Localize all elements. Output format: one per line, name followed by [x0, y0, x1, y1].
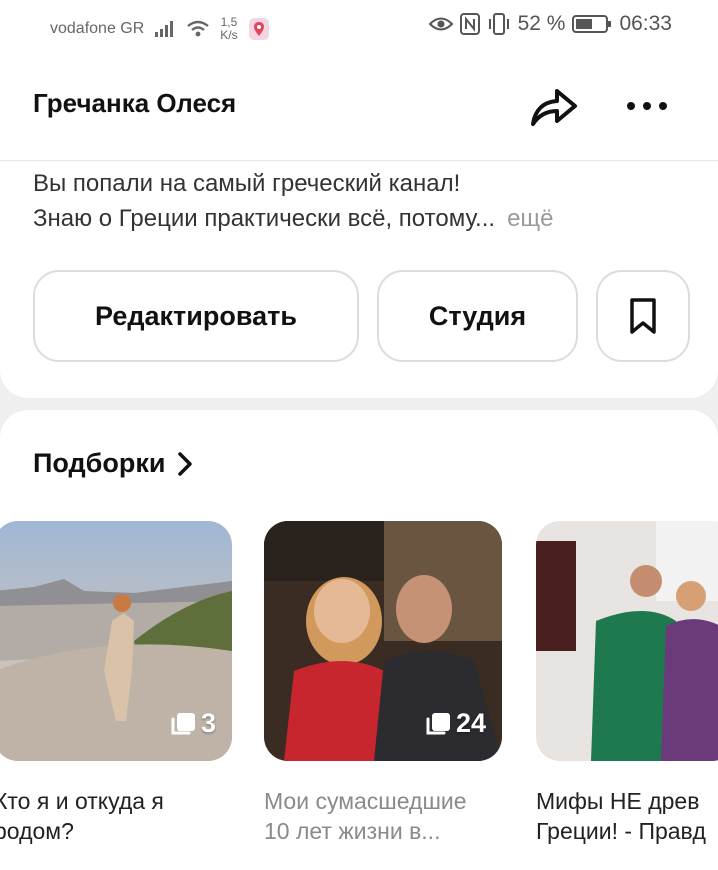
description-line-2: Знаю о Греции практически всё, потому...…: [33, 201, 673, 236]
vibrate-icon: [488, 13, 509, 35]
collections-section: Подборки 3 Кто я и откуда я родом? 24 Мо…: [0, 410, 718, 870]
speed-unit: K/s: [220, 28, 238, 42]
channel-info-card: Гречанка Олеся Вы попали на самый гречес…: [0, 58, 718, 398]
collection-item-thumbnail[interactable]: 3: [0, 521, 232, 761]
bookmark-button[interactable]: [596, 270, 690, 362]
caption-line-1: Мифы НЕ древ: [536, 788, 700, 814]
show-more-link[interactable]: ещё: [507, 205, 553, 232]
caption-line-1: Кто я и откуда я: [0, 788, 164, 814]
description-line-2-text: Знаю о Греции практически всё, потому...: [33, 205, 496, 232]
bookmark-icon: [630, 298, 656, 334]
channel-header: Гречанка Олеся: [0, 58, 718, 161]
wifi-icon: [187, 20, 210, 37]
collection-item-thumbnail[interactable]: [536, 521, 718, 761]
studio-button-label: Студия: [428, 300, 527, 331]
channel-description: Вы попали на самый греческий канал! Знаю…: [33, 166, 673, 236]
collection-count: 3: [200, 708, 216, 738]
collection-photo-event: [536, 521, 718, 761]
caption-line-1: Мои сумасшедшие: [264, 788, 467, 814]
studio-button[interactable]: Студия: [377, 270, 578, 362]
gallery-stack-icon: [171, 712, 195, 734]
battery-icon: [572, 15, 612, 33]
status-bar: vodafone GR 1,5 K/s 52 % 06:33: [0, 0, 718, 58]
caption-line-2: 10 лет жизни в...: [264, 818, 441, 844]
clock: 06:33: [619, 12, 672, 35]
maps-icon: [248, 18, 269, 40]
collection-caption[interactable]: Мифы НЕ древ Греции! - Правд: [536, 786, 718, 846]
collections-header[interactable]: Подборки: [33, 448, 193, 479]
chevron-right-icon: [178, 451, 193, 476]
more-dots-icon: [627, 102, 667, 110]
gallery-stack-icon: [426, 712, 450, 734]
signal-icon: [155, 21, 174, 37]
description-line-1: Вы попали на самый греческий канал!: [33, 170, 461, 197]
share-arrow-icon: [531, 89, 577, 126]
caption-line-2: родом?: [0, 818, 74, 844]
battery-percent: 52 %: [517, 12, 566, 35]
collection-count-badge: 3: [169, 708, 216, 739]
caption-line-2: Греции! - Правд: [536, 818, 706, 844]
nfc-icon: [459, 13, 480, 35]
share-button[interactable]: [527, 82, 579, 130]
more-options-button[interactable]: [622, 86, 672, 126]
edit-button-label: Редактировать: [95, 300, 297, 331]
network-speed: 1,5 K/s: [220, 16, 237, 42]
edit-button[interactable]: Редактировать: [33, 270, 359, 362]
collection-caption[interactable]: Кто я и откуда я родом?: [0, 786, 239, 846]
channel-title: Гречанка Олеся: [33, 88, 237, 118]
collection-count: 24: [455, 708, 486, 738]
collection-caption[interactable]: Мои сумасшедшие 10 лет жизни в...: [264, 786, 509, 846]
carrier-label: vodafone GR: [50, 20, 145, 37]
eye-icon: [428, 17, 453, 31]
collections-title: Подборки: [33, 448, 166, 478]
collection-item-thumbnail[interactable]: 24: [264, 521, 502, 761]
collection-count-badge: 24: [424, 708, 486, 739]
